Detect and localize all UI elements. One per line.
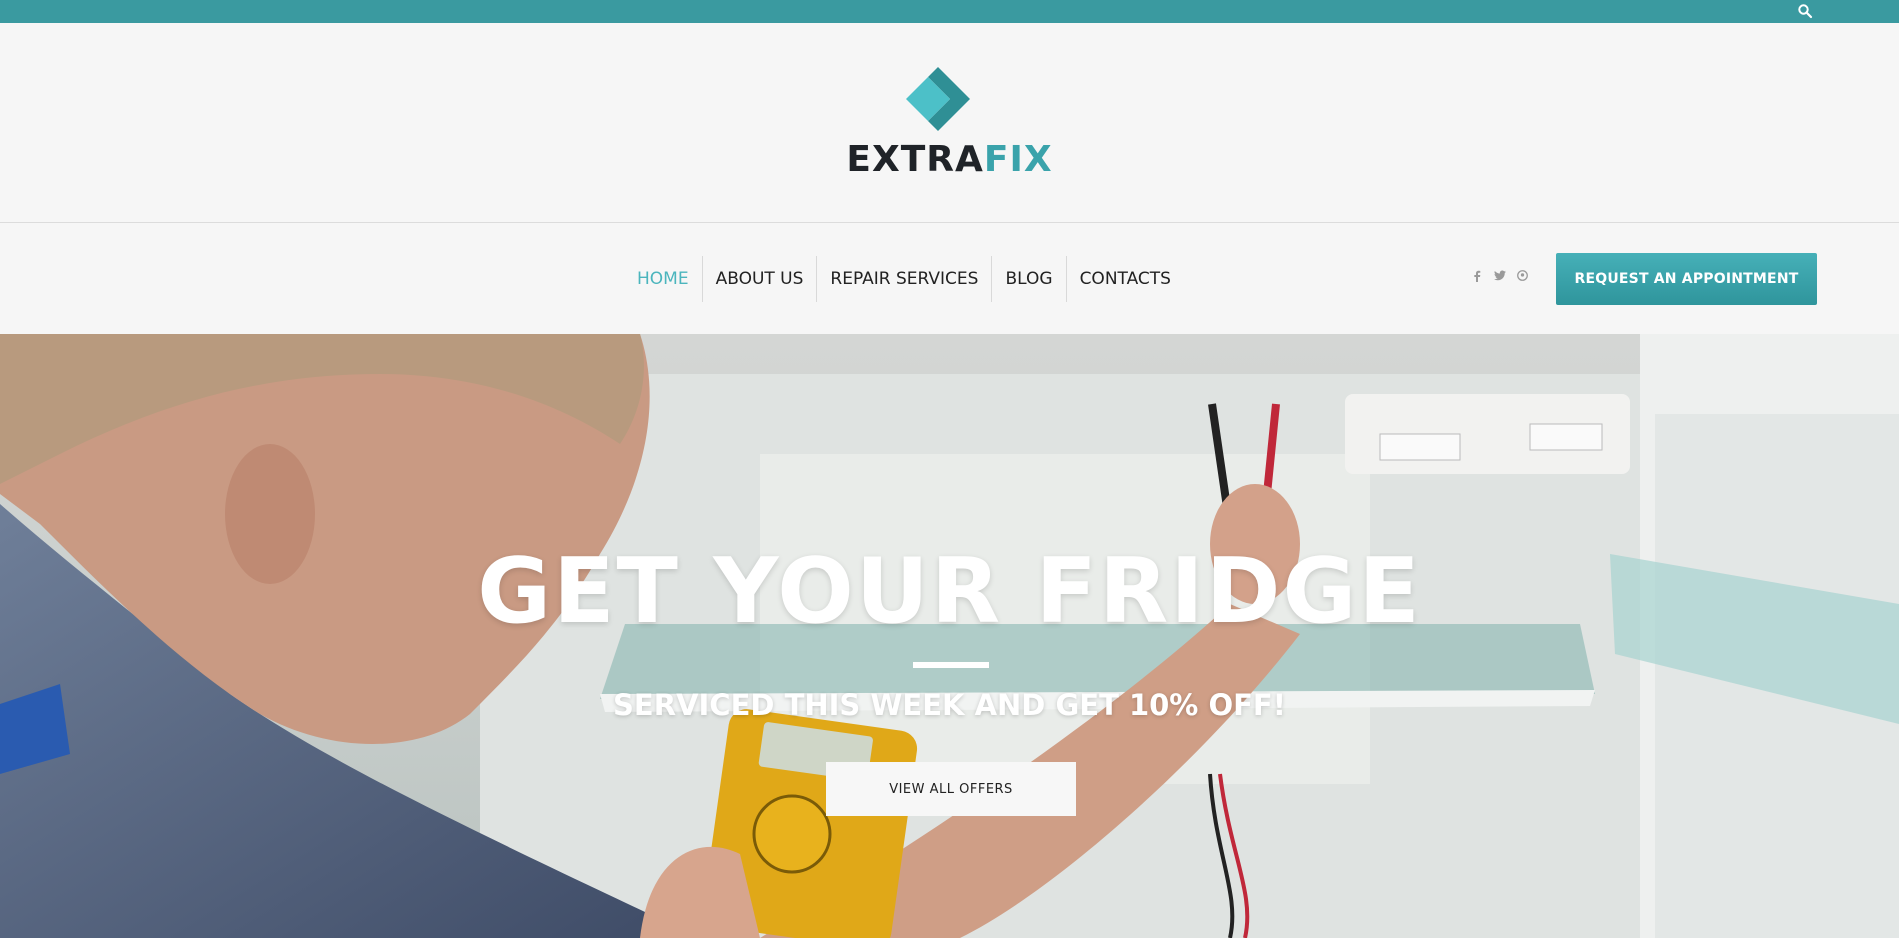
site-header: EXTRAFIX bbox=[0, 23, 1899, 223]
hero-subtitle: SERVICED THIS WEEK AND GET 10% OFF! bbox=[613, 688, 1286, 722]
hero-divider bbox=[913, 662, 989, 668]
logo-diamond-icon bbox=[906, 67, 970, 131]
logo-wordmark: EXTRAFIX bbox=[0, 139, 1899, 180]
search-icon[interactable] bbox=[1797, 3, 1813, 19]
social-links bbox=[1470, 270, 1529, 284]
facebook-icon[interactable] bbox=[1470, 270, 1483, 284]
nav-item-repair-services[interactable]: REPAIR SERVICES bbox=[816, 256, 991, 302]
logo-text-fix: FIX bbox=[983, 139, 1053, 180]
nav-item-about-us[interactable]: ABOUT US bbox=[701, 256, 817, 302]
pinterest-icon[interactable] bbox=[1516, 270, 1529, 284]
logo-text-extra: EXTRA bbox=[846, 139, 984, 180]
nav-item-blog[interactable]: BLOG bbox=[991, 256, 1065, 302]
twitter-icon[interactable] bbox=[1493, 270, 1506, 284]
main-navigation: HOME ABOUT US REPAIR SERVICES BLOG CONTA… bbox=[0, 223, 1899, 334]
nav-item-home[interactable]: HOME bbox=[624, 256, 702, 302]
nav-item-contacts[interactable]: CONTACTS bbox=[1065, 256, 1184, 302]
request-appointment-button[interactable]: REQUEST AN APPOINTMENT bbox=[1556, 253, 1817, 305]
hero-banner: GET YOUR FRIDGE SERVICED THIS WEEK AND G… bbox=[0, 334, 1899, 938]
top-bar bbox=[0, 0, 1899, 23]
nav-menu: HOME ABOUT US REPAIR SERVICES BLOG CONTA… bbox=[624, 256, 1184, 302]
hero-title: GET YOUR FRIDGE bbox=[477, 539, 1422, 644]
site-logo[interactable]: EXTRAFIX bbox=[0, 23, 1899, 222]
view-all-offers-button[interactable]: VIEW ALL OFFERS bbox=[826, 762, 1076, 816]
